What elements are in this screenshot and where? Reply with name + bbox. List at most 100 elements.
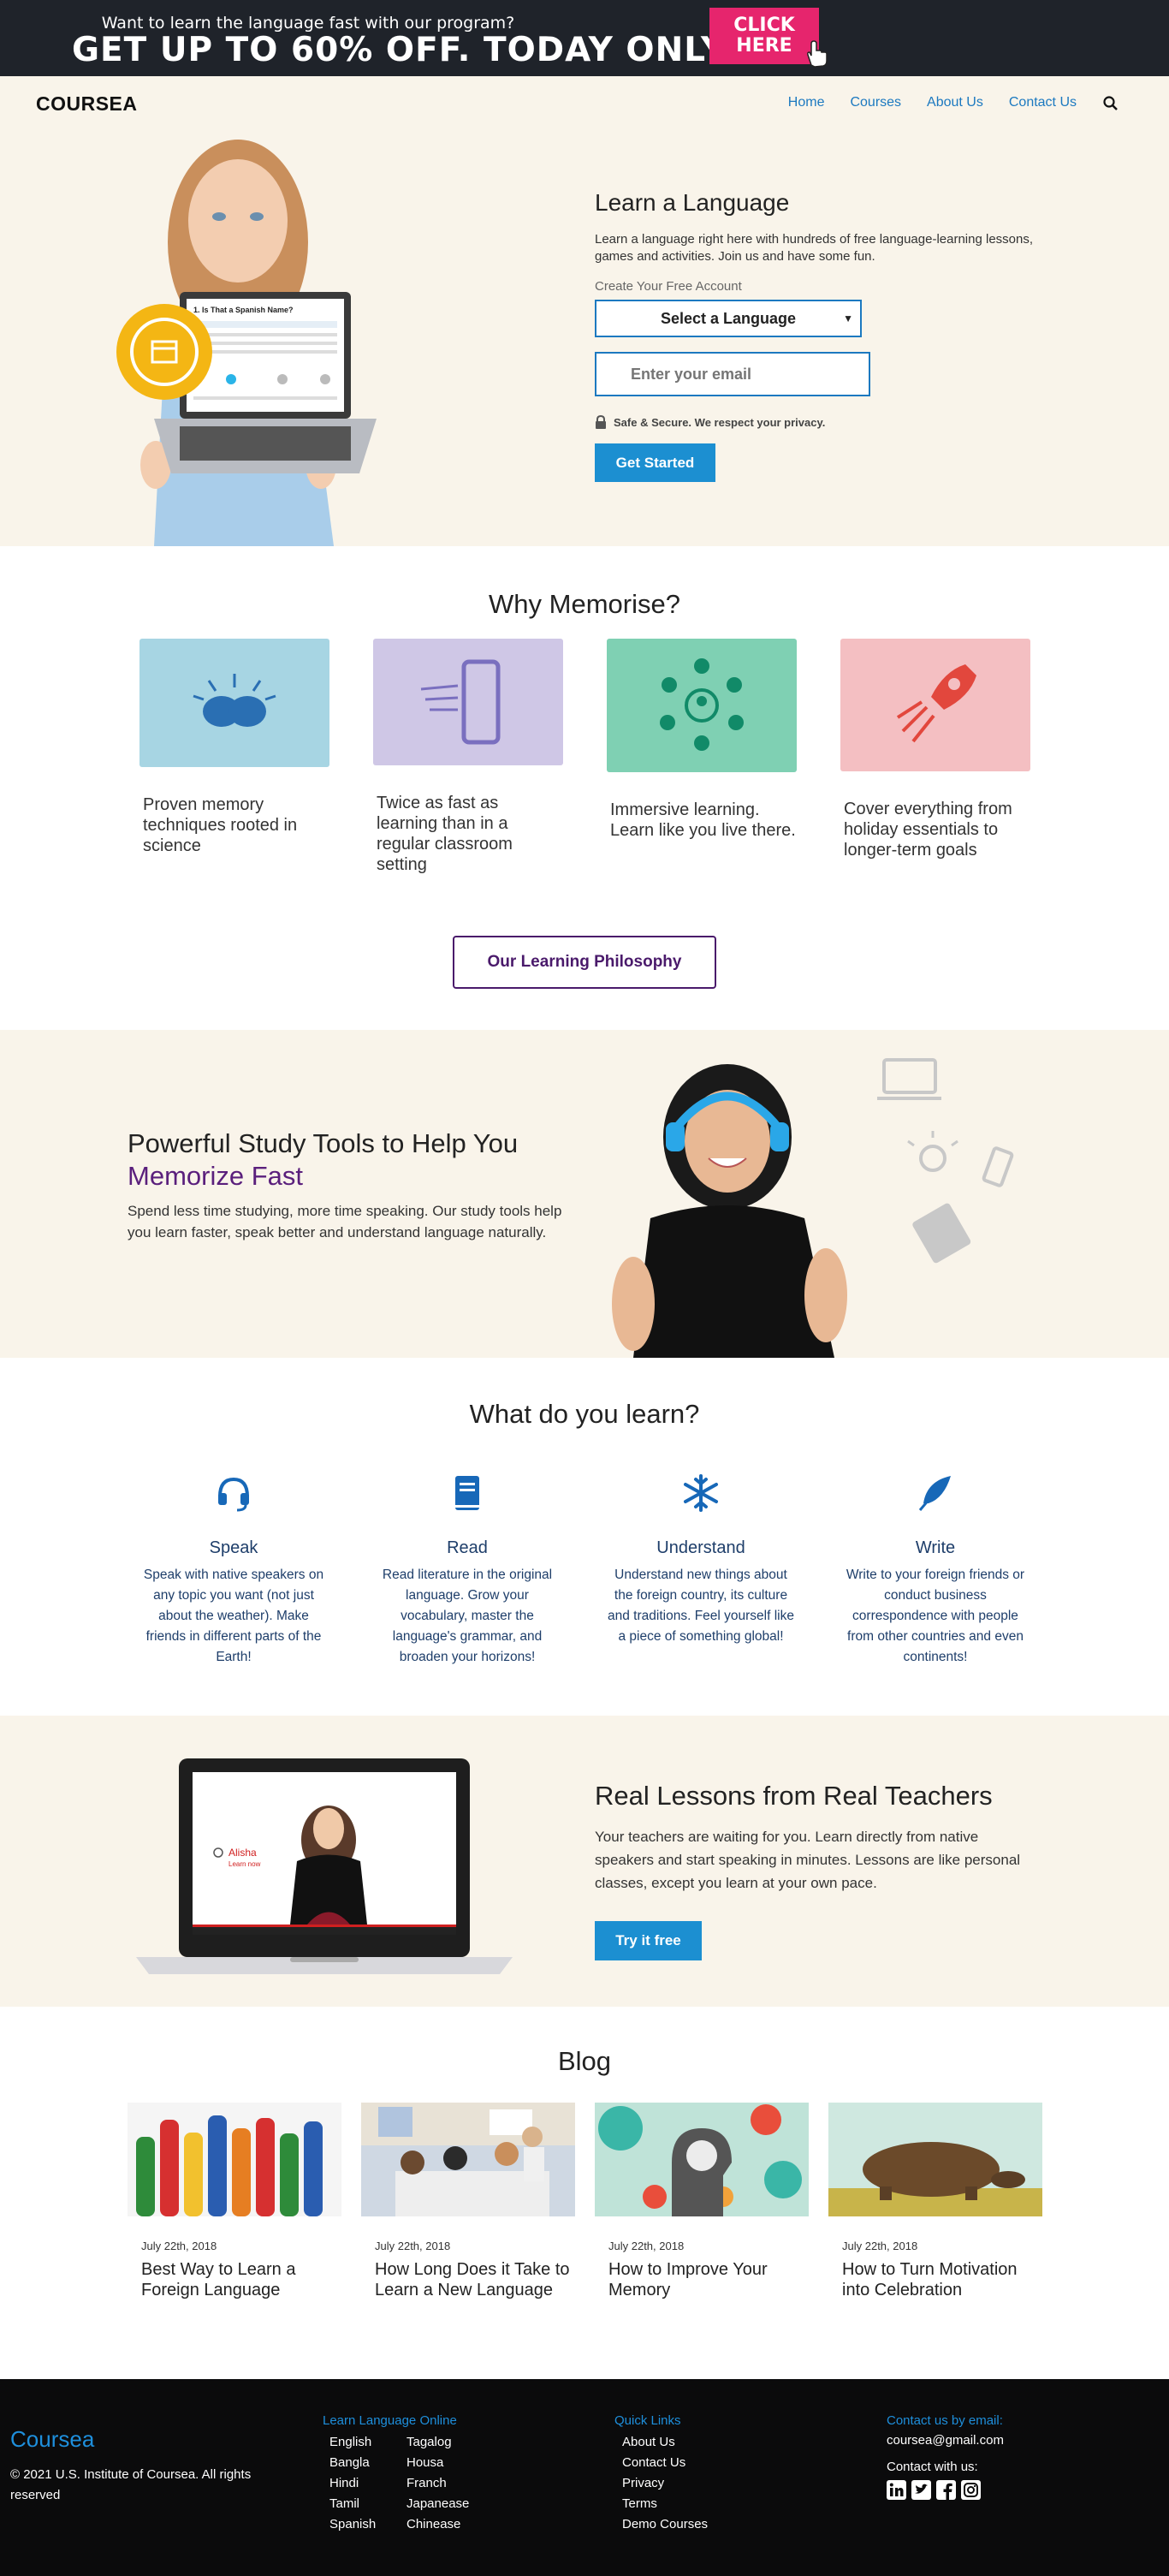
network-people-icon xyxy=(607,639,797,772)
blog-post-date: July 22th, 2018 xyxy=(141,2240,217,2252)
language-select[interactable]: Select a Language ▼ xyxy=(595,300,862,337)
snowflake-icon xyxy=(684,1474,718,1512)
blog-post-title[interactable]: How to Improve Your Memory xyxy=(595,2259,809,2300)
nav-home-link[interactable]: Home xyxy=(788,95,825,110)
teacher-video-laptop-image[interactable]: Alisha Learn now xyxy=(136,1758,513,1981)
blog-post[interactable]: July 22th, 2018 Best Way to Learn a Fore… xyxy=(128,2103,341,2300)
study-title: Powerful Study Tools to Help You Memoriz… xyxy=(128,1127,518,1193)
skill-read-text: Read literature in the original language… xyxy=(382,1568,553,1664)
skill-understand-title: Understand xyxy=(656,1538,745,1557)
blog-post[interactable]: July 22th, 2018 How Long Does it Take to… xyxy=(361,2103,575,2300)
get-started-button[interactable]: Get Started xyxy=(595,443,715,482)
promo-cta-line1: CLICK xyxy=(733,15,795,36)
hand-cursor-icon xyxy=(807,40,828,68)
phone-icon xyxy=(373,639,563,765)
footer-language-link[interactable]: Tamil xyxy=(329,2494,376,2514)
nav-about-link[interactable]: About Us xyxy=(927,95,983,110)
skill-read: Read Read literature in the original lan… xyxy=(371,1472,564,1668)
video-label: Alisha xyxy=(228,1847,257,1859)
feature-text-memory: Proven memory techniques rooted in scien… xyxy=(143,795,298,855)
what-you-learn-section: What do you learn? Speak Speak with nati… xyxy=(0,1358,1169,1716)
laptop-question-text: 1. Is That a Spanish Name? xyxy=(193,306,294,314)
blog-post-date: July 22th, 2018 xyxy=(608,2240,685,2252)
security-text: Safe & Secure. We respect your privacy. xyxy=(614,415,826,429)
footer-languages-list-a: English Bangla Hindi Tamil Spanish xyxy=(329,2432,376,2535)
brain-icon xyxy=(139,639,329,767)
footer-language-link[interactable]: Chinease xyxy=(406,2514,469,2535)
footer-quick-link[interactable]: Demo Courses xyxy=(622,2514,708,2535)
skill-write-title: Write xyxy=(915,1538,956,1557)
footer-quick-link[interactable]: Terms xyxy=(622,2494,708,2514)
footer-language-link[interactable]: Hindi xyxy=(329,2473,376,2494)
footer-languages-list-b: Tagalog Housa Franch Japanease Chinease xyxy=(406,2432,469,2535)
nav-courses-link[interactable]: Courses xyxy=(850,95,901,110)
footer-quick-link[interactable]: Privacy xyxy=(622,2473,708,2494)
promo-subtitle: Want to learn the language fast with our… xyxy=(101,14,515,33)
feather-icon xyxy=(918,1476,951,1511)
feature-card-immersive: Immersive learning. Learn like you live … xyxy=(607,639,797,841)
lock-icon xyxy=(596,415,606,429)
blog-post-date: July 22th, 2018 xyxy=(375,2240,451,2252)
footer-language-link[interactable]: Japanease xyxy=(406,2494,469,2514)
facebook-icon[interactable] xyxy=(936,2480,956,2500)
main-menu: Home Courses About Us Contact Us xyxy=(788,95,1077,110)
language-select-value: Select a Language xyxy=(660,310,797,327)
promo-banner: Want to learn the language fast with our… xyxy=(0,0,1169,76)
book-icon xyxy=(455,1476,479,1510)
footer-language-link[interactable]: Housa xyxy=(406,2453,469,2473)
twitter-icon[interactable] xyxy=(911,2480,931,2500)
feature-text-speed: Twice as fast as learning than in a regu… xyxy=(377,794,513,874)
search-icon[interactable] xyxy=(1102,95,1119,112)
nav-contact-link[interactable]: Contact Us xyxy=(1009,95,1077,110)
feature-card-speed: Twice as fast as learning than in a regu… xyxy=(373,639,563,875)
learning-philosophy-button[interactable]: Our Learning Philosophy xyxy=(453,936,716,989)
linkedin-icon[interactable] xyxy=(887,2480,906,2500)
try-it-free-button[interactable]: Try it free xyxy=(595,1921,702,1960)
blog-section: Blog July 22th, 2018 Best Way to Learn a… xyxy=(0,2007,1169,2379)
footer-copyright: © 2021 U.S. Institute of Coursea. All ri… xyxy=(10,2467,252,2502)
instagram-icon[interactable] xyxy=(961,2480,981,2500)
blog-post-title[interactable]: Best Way to Learn a Foreign Language xyxy=(128,2259,341,2300)
footer-email[interactable]: coursea@gmail.com xyxy=(887,2433,1004,2448)
footer-contact-with-us: Contact with us: xyxy=(887,2460,978,2474)
skill-write: Write Write to your foreign friends or c… xyxy=(839,1472,1032,1668)
email-input[interactable] xyxy=(595,352,870,396)
footer-language-link[interactable]: Tagalog xyxy=(406,2432,469,2453)
promo-headline: GET UP TO 60% OFF. TODAY ONLY! xyxy=(72,31,743,69)
hero-description: Learn a language right here with hundred… xyxy=(595,232,1034,264)
blog-thumb-painted-hands xyxy=(128,2103,341,2216)
footer-language-link[interactable]: English xyxy=(329,2432,376,2453)
blog-thumb-tortoise xyxy=(828,2103,1042,2216)
blog-title: Blog xyxy=(557,2046,612,2076)
footer-quick-link[interactable]: About Us xyxy=(622,2432,708,2453)
site-logo[interactable]: COURSEA xyxy=(36,92,138,116)
feature-text-immersive: Immersive learning. Learn like you live … xyxy=(610,800,796,840)
footer-language-link[interactable]: Bangla xyxy=(329,2453,376,2473)
blog-post-title[interactable]: How to Turn Motivation into Celebration xyxy=(828,2259,1042,2300)
learn-title: What do you learn? xyxy=(469,1399,700,1429)
footer-quick-links-heading: Quick Links xyxy=(614,2413,681,2428)
footer-brand[interactable]: Coursea xyxy=(10,2426,94,2453)
site-footer: Coursea © 2021 U.S. Institute of Coursea… xyxy=(0,2379,1169,2576)
study-title-line1: Powerful Study Tools to Help You xyxy=(128,1128,519,1158)
rocket-icon xyxy=(840,639,1030,771)
blog-thumb-memory-head xyxy=(595,2103,809,2216)
blog-post[interactable]: July 22th, 2018 How to Turn Motivation i… xyxy=(828,2103,1042,2300)
feature-text-goals: Cover everything from holiday essentials… xyxy=(844,800,1012,860)
security-note: Safe & Secure. We respect your privacy. xyxy=(595,415,825,429)
footer-quick-links-list: About Us Contact Us Privacy Terms Demo C… xyxy=(622,2432,708,2535)
why-title: Why Memorise? xyxy=(489,589,680,619)
footer-language-link[interactable]: Spanish xyxy=(329,2514,376,2535)
blog-post-date: July 22th, 2018 xyxy=(842,2240,918,2252)
footer-social-links xyxy=(887,2480,981,2500)
study-tools-section: Powerful Study Tools to Help You Memoriz… xyxy=(0,1030,1169,1358)
skill-understand-text: Understand new things about the foreign … xyxy=(608,1568,794,1644)
blog-post[interactable]: July 22th, 2018 How to Improve Your Memo… xyxy=(595,2103,809,2300)
blog-post-title[interactable]: How Long Does it Take to Learn a New Lan… xyxy=(361,2259,575,2300)
skill-speak: Speak Speak with native speakers on any … xyxy=(137,1472,330,1668)
footer-quick-link[interactable]: Contact Us xyxy=(622,2453,708,2473)
study-title-line2: Memorize Fast xyxy=(128,1161,303,1191)
teach-title: Real Lessons from Real Teachers xyxy=(595,1781,993,1811)
footer-language-link[interactable]: Franch xyxy=(406,2473,469,2494)
headset-icon xyxy=(218,1477,249,1512)
